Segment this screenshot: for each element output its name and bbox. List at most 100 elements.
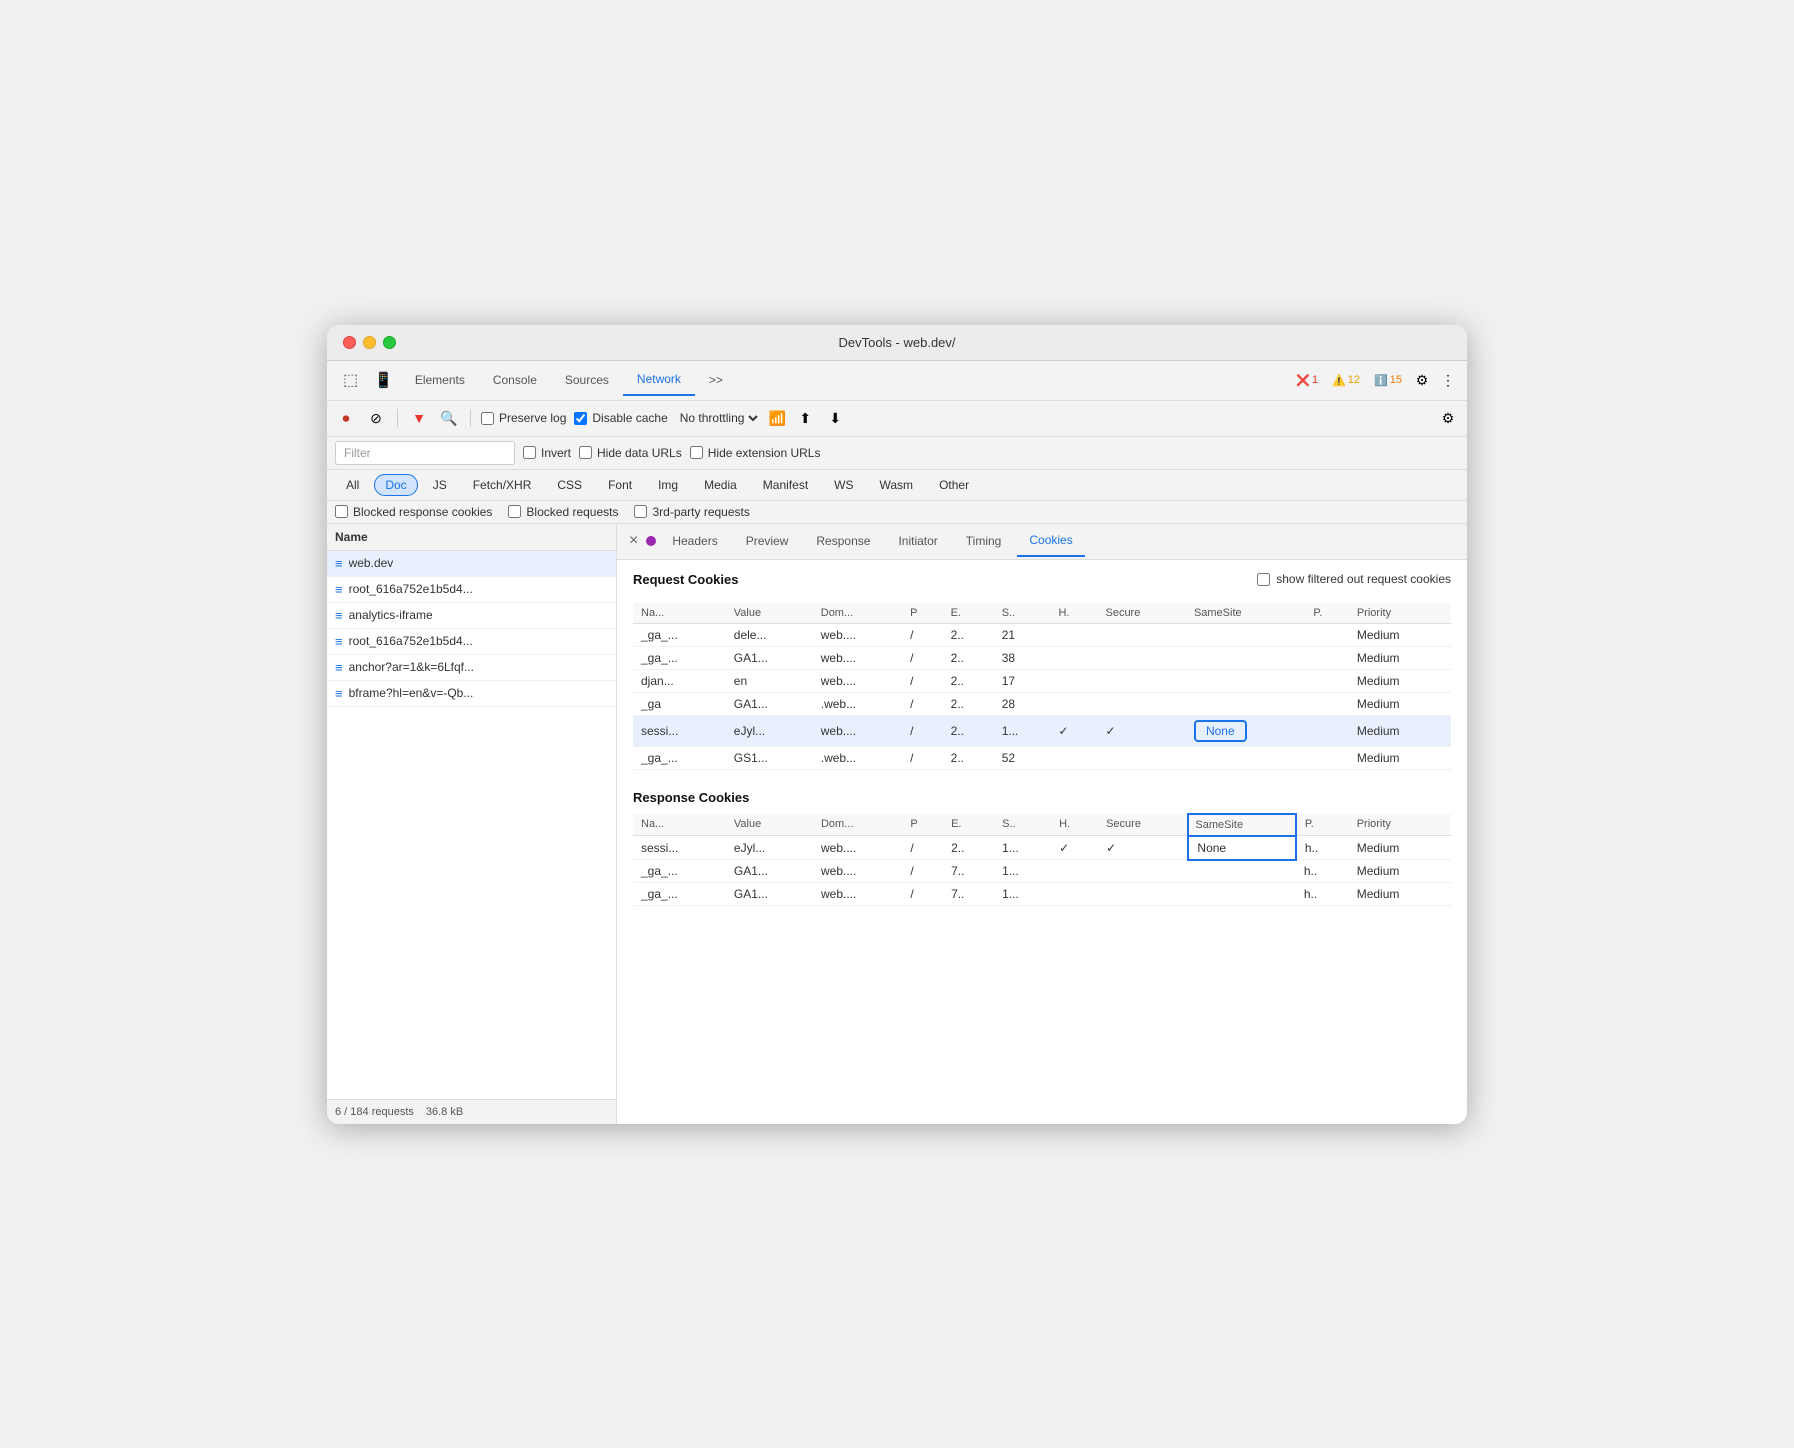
wifi-icon: 📶 (769, 410, 786, 427)
filter-input[interactable] (335, 441, 515, 465)
hide-ext-urls-label[interactable]: Hide extension URLs (690, 446, 821, 460)
col-priority: Priority (1349, 603, 1451, 624)
show-filtered-label[interactable]: show filtered out request cookies (1257, 572, 1451, 586)
table-row[interactable]: djan... en web.... / 2.. 17 Medium (633, 669, 1451, 692)
blocked-requests-label[interactable]: Blocked requests (508, 505, 618, 519)
title-bar: DevTools - web.dev/ (327, 325, 1467, 361)
table-row[interactable]: _ga_... dele... web.... / 2.. 21 Medium (633, 623, 1451, 646)
res-btn-img[interactable]: Img (647, 474, 689, 496)
table-row[interactable]: _ga GA1... .web... / 2.. 28 Medium (633, 692, 1451, 715)
hide-data-urls-checkbox[interactable] (579, 446, 592, 459)
show-filtered-checkbox[interactable] (1257, 573, 1270, 586)
disable-cache-label[interactable]: Disable cache (574, 411, 667, 425)
inspector-icon[interactable]: ⬚ (335, 366, 366, 394)
minimize-button[interactable] (363, 336, 376, 349)
info-badge: ℹ️ 15 (1369, 372, 1407, 389)
close-details-button[interactable]: × (625, 532, 642, 550)
res-btn-all[interactable]: All (335, 474, 370, 496)
request-cookies-header: Request Cookies show filtered out reques… (633, 572, 1451, 595)
main-content: Name ≡ web.dev ≡ root_616a752e1b5d4... ≡… (327, 524, 1467, 1124)
response-cookies-title: Response Cookies (633, 790, 1451, 805)
table-row[interactable]: _ga_... GA1... web.... / 7.. 1... h.. Me… (633, 883, 1451, 906)
res-btn-media[interactable]: Media (693, 474, 748, 496)
invert-checkbox[interactable] (523, 446, 536, 459)
filter-button[interactable]: ▼ (408, 407, 430, 429)
traffic-lights (343, 336, 396, 349)
clear-button[interactable]: ⊘ (365, 407, 387, 429)
table-row[interactable]: _ga_... GS1... .web... / 2.. 52 Medium (633, 746, 1451, 769)
table-row[interactable]: _ga_... GA1... web.... / 7.. 1... h.. Me… (633, 860, 1451, 883)
preserve-log-checkbox[interactable] (481, 412, 494, 425)
maximize-button[interactable] (383, 336, 396, 349)
request-item[interactable]: ≡ root_616a752e1b5d4... (327, 629, 616, 655)
none-badge: None (1194, 720, 1247, 742)
hide-data-urls-label[interactable]: Hide data URLs (579, 446, 682, 460)
tab-preview[interactable]: Preview (734, 526, 801, 556)
details-panel: × Headers Preview Response Initiator Tim… (617, 524, 1467, 1124)
request-item[interactable]: ≡ analytics-iframe (327, 603, 616, 629)
separator-2 (470, 409, 471, 427)
res-btn-other[interactable]: Other (928, 474, 980, 496)
request-item[interactable]: ≡ root_616a752e1b5d4... (327, 577, 616, 603)
tab-initiator[interactable]: Initiator (886, 526, 949, 556)
blocked-cookies-checkbox[interactable] (335, 505, 348, 518)
res-btn-css[interactable]: CSS (546, 474, 593, 496)
table-row[interactable]: sessi... eJyl... web.... / 2.. 1... ✓ ✓ … (633, 836, 1451, 860)
col-name: Na... (633, 603, 726, 624)
blocked-cookies-label[interactable]: Blocked response cookies (335, 505, 492, 519)
tab-network[interactable]: Network (623, 364, 695, 396)
res-btn-wasm[interactable]: Wasm (869, 474, 925, 496)
tab-sources[interactable]: Sources (551, 365, 623, 395)
res-btn-fetch-xhr[interactable]: Fetch/XHR (462, 474, 543, 496)
tab-headers[interactable]: Headers (660, 526, 729, 556)
cookies-content: Request Cookies show filtered out reques… (617, 560, 1467, 1124)
devtools-tab-bar: ⬚ 📱 Elements Console Sources Network >> … (327, 361, 1467, 401)
doc-icon: ≡ (335, 608, 343, 623)
error-badge: ❌ 1 (1291, 372, 1323, 389)
table-row[interactable]: _ga_... GA1... web.... / 2.. 38 Medium (633, 646, 1451, 669)
tab-elements[interactable]: Elements (401, 365, 479, 395)
close-button[interactable] (343, 336, 356, 349)
error-icon: ❌ (1296, 374, 1310, 387)
details-tab-bar: × Headers Preview Response Initiator Tim… (617, 524, 1467, 560)
request-list: ≡ web.dev ≡ root_616a752e1b5d4... ≡ anal… (327, 551, 616, 1099)
res-btn-doc[interactable]: Doc (374, 474, 417, 496)
request-cookies-table: Na... Value Dom... P E. S.. H. Secure Sa… (633, 603, 1451, 770)
request-item[interactable]: ≡ anchor?ar=1&k=6Lfqf... (327, 655, 616, 681)
toolbar-right: ❌ 1 ⚠️ 12 ℹ️ 15 ⚙ ⋮ (1291, 369, 1459, 391)
preserve-log-label[interactable]: Preserve log (481, 411, 566, 425)
tab-more[interactable]: >> (695, 365, 737, 395)
third-party-checkbox[interactable] (634, 505, 647, 518)
record-button[interactable]: ⏺ (335, 407, 357, 429)
res-btn-font[interactable]: Font (597, 474, 643, 496)
tab-cookies[interactable]: Cookies (1017, 525, 1084, 557)
res-btn-manifest[interactable]: Manifest (752, 474, 819, 496)
device-toggle-icon[interactable]: 📱 (366, 367, 401, 393)
throttle-select[interactable]: No throttling (676, 410, 761, 426)
tab-console[interactable]: Console (479, 365, 551, 395)
tab-timing[interactable]: Timing (954, 526, 1014, 556)
hide-ext-urls-checkbox[interactable] (690, 446, 703, 459)
more-button[interactable]: ⋮ (1437, 369, 1459, 391)
search-button[interactable]: 🔍 (438, 407, 460, 429)
col-size: S.. (994, 814, 1051, 836)
upload-button[interactable]: ⬆ (794, 407, 816, 429)
request-item[interactable]: ≡ web.dev (327, 551, 616, 577)
download-button[interactable]: ⬇ (824, 407, 846, 429)
disable-cache-checkbox[interactable] (574, 412, 587, 425)
tab-response[interactable]: Response (804, 526, 882, 556)
network-toolbar: ⏺ ⊘ ▼ 🔍 Preserve log Disable cache No th… (327, 401, 1467, 437)
table-row-highlighted[interactable]: sessi... eJyl... web.... / 2.. 1... ✓ ✓ … (633, 715, 1451, 746)
third-party-label[interactable]: 3rd-party requests (634, 505, 749, 519)
network-settings-button[interactable]: ⚙ (1437, 407, 1459, 429)
settings-button[interactable]: ⚙ (1411, 369, 1433, 391)
col-p: P. (1296, 814, 1349, 836)
col-samesite: SameSite (1186, 603, 1305, 624)
col-value: Value (726, 603, 813, 624)
col-name: Na... (633, 814, 726, 836)
blocked-requests-checkbox[interactable] (508, 505, 521, 518)
res-btn-js[interactable]: JS (422, 474, 458, 496)
invert-label[interactable]: Invert (523, 446, 571, 460)
request-item[interactable]: ≡ bframe?hl=en&v=-Qb... (327, 681, 616, 707)
res-btn-ws[interactable]: WS (823, 474, 864, 496)
